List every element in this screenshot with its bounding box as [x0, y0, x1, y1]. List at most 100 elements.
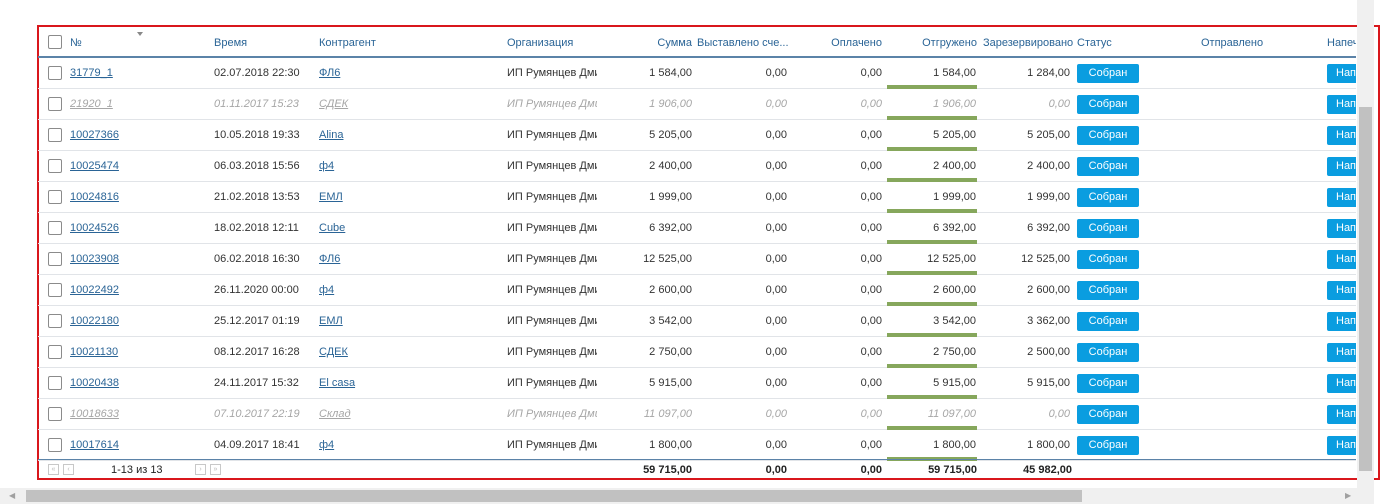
print-button[interactable]: Нап [1327, 312, 1356, 331]
col-time[interactable]: Время [214, 27, 304, 58]
col-shipped[interactable]: Отгружено [888, 27, 977, 58]
status-button[interactable]: Собран [1077, 157, 1139, 176]
col-printed[interactable]: Напеч [1327, 27, 1356, 58]
print-button[interactable]: Нап [1327, 343, 1356, 362]
sort-desc-icon[interactable] [137, 32, 143, 36]
contractor-link[interactable]: ф4 [319, 151, 439, 182]
order-number-link[interactable]: 10025474 [70, 151, 150, 182]
table-row[interactable]: 31779_1 02.07.2018 22:30 ФЛ6 ИП Румянцев Дм… [38, 58, 1356, 89]
col-organization[interactable]: Организация [507, 27, 607, 58]
contractor-link[interactable]: Alina [319, 120, 439, 151]
contractor-link[interactable]: ФЛ6 [319, 58, 439, 89]
row-checkbox[interactable] [48, 345, 62, 359]
contractor-link[interactable]: Cube [319, 213, 439, 244]
col-invoiced[interactable]: Выставлено сче... [697, 27, 792, 58]
table-row[interactable]: 10021130 08.12.2017 16:28 СДЕК ИП Румянцев … [38, 337, 1356, 368]
row-checkbox[interactable] [48, 438, 62, 452]
order-number-link[interactable]: 10022492 [70, 275, 150, 306]
vertical-scroll-thumb[interactable] [1359, 107, 1372, 471]
order-number-link[interactable]: 10024526 [70, 213, 150, 244]
scroll-right-icon[interactable]: ▶ [1345, 488, 1351, 504]
print-button[interactable]: Нап [1327, 250, 1356, 269]
row-checkbox[interactable] [48, 221, 62, 235]
order-number-link[interactable]: 10024816 [70, 182, 150, 213]
table-row[interactable]: 21920_1 01.11.2017 15:23 СДЕК ИП Румянцев Д… [38, 89, 1356, 120]
col-reserved[interactable]: Зарезервировано [983, 27, 1078, 58]
row-checkbox[interactable] [48, 283, 62, 297]
row-checkbox[interactable] [48, 128, 62, 142]
order-number-link[interactable]: 10018633 [70, 399, 150, 430]
order-number-link[interactable]: 10022180 [70, 306, 150, 337]
status-button[interactable]: Собран [1077, 405, 1139, 424]
col-num[interactable]: № [70, 27, 130, 58]
row-checkbox[interactable] [48, 314, 62, 328]
table-row[interactable]: 10022180 25.12.2017 01:19 ЕМЛ ИП Румянцев Д… [38, 306, 1356, 337]
col-contractor[interactable]: Контрагент [319, 27, 439, 58]
status-button[interactable]: Собран [1077, 312, 1139, 331]
status-button[interactable]: Собран [1077, 188, 1139, 207]
row-checkbox[interactable] [48, 190, 62, 204]
row-checkbox[interactable] [48, 97, 62, 111]
print-button[interactable]: Нап [1327, 126, 1356, 145]
contractor-link[interactable]: Склад [319, 399, 439, 430]
status-button[interactable]: Собран [1077, 219, 1139, 238]
col-sent[interactable]: Отправлено [1201, 27, 1281, 58]
horizontal-scroll-thumb[interactable] [26, 490, 1082, 502]
status-button[interactable]: Собран [1077, 126, 1139, 145]
select-all-checkbox[interactable] [48, 35, 62, 49]
order-number-link[interactable]: 10027366 [70, 120, 150, 151]
print-button[interactable]: Нап [1327, 157, 1356, 176]
next-page-icon[interactable]: › [195, 464, 206, 475]
contractor-link[interactable]: El casa [319, 368, 439, 399]
row-checkbox[interactable] [48, 159, 62, 173]
contractor-link[interactable]: ФЛ6 [319, 244, 439, 275]
row-checkbox[interactable] [48, 407, 62, 421]
table-row[interactable]: 10027366 10.05.2018 19:33 Alina ИП Румянцев… [38, 120, 1356, 151]
print-button[interactable]: Нап [1327, 64, 1356, 83]
contractor-link[interactable]: ЕМЛ [319, 306, 439, 337]
order-number-link[interactable]: 10020438 [70, 368, 150, 399]
order-number-link[interactable]: 10023908 [70, 244, 150, 275]
contractor-link[interactable]: ф4 [319, 275, 439, 306]
print-button[interactable]: Нап [1327, 436, 1356, 455]
col-sum[interactable]: Сумма [628, 27, 692, 58]
print-button[interactable]: Нап [1327, 374, 1356, 393]
print-button[interactable]: Нап [1327, 188, 1356, 207]
first-page-icon[interactable]: « [48, 464, 59, 475]
contractor-link[interactable]: СДЕК [319, 89, 439, 120]
status-button[interactable]: Собран [1077, 374, 1139, 393]
col-paid[interactable]: Оплачено [798, 27, 882, 58]
status-button[interactable]: Собран [1077, 95, 1139, 114]
status-button[interactable]: Собран [1077, 250, 1139, 269]
table-row[interactable]: 10024526 18.02.2018 12:11 Cube ИП Румянцев … [38, 213, 1356, 244]
last-page-icon[interactable]: » [210, 464, 221, 475]
status-button[interactable]: Собран [1077, 64, 1139, 83]
status-button[interactable]: Собран [1077, 436, 1139, 455]
order-number-link[interactable]: 21920_1 [70, 89, 150, 120]
table-row[interactable]: 10018633 07.10.2017 22:19 Склад ИП Румянцев… [38, 399, 1356, 430]
contractor-link[interactable]: СДЕК [319, 337, 439, 368]
status-button[interactable]: Собран [1077, 281, 1139, 300]
order-number-link[interactable]: 10021130 [70, 337, 150, 368]
table-row[interactable]: 10017614 04.09.2017 18:41 ф4 ИП Румянцев Дм… [38, 430, 1356, 461]
order-number-link[interactable]: 10017614 [70, 430, 150, 461]
table-row[interactable]: 10023908 06.02.2018 16:30 ФЛ6 ИП Румянцев Д… [38, 244, 1356, 275]
row-checkbox[interactable] [48, 66, 62, 80]
col-status[interactable]: Статус [1077, 27, 1137, 58]
table-row[interactable]: 10022492 26.11.2020 00:00 ф4 ИП Румянцев Дм… [38, 275, 1356, 306]
contractor-link[interactable]: ЕМЛ [319, 182, 439, 213]
row-checkbox[interactable] [48, 376, 62, 390]
scroll-left-icon[interactable]: ◀ [9, 488, 15, 504]
table-row[interactable]: 10024816 21.02.2018 13:53 ЕМЛ ИП Румянцев Д… [38, 182, 1356, 213]
table-row[interactable]: 10020438 24.11.2017 15:32 El casa ИП Румянц… [38, 368, 1356, 399]
status-button[interactable]: Собран [1077, 343, 1139, 362]
print-button[interactable]: Нап [1327, 219, 1356, 238]
contractor-link[interactable]: ф4 [319, 430, 439, 461]
print-button[interactable]: Нап [1327, 281, 1356, 300]
prev-page-icon[interactable]: ‹ [63, 464, 74, 475]
table-row[interactable]: 10025474 06.03.2018 15:56 ф4 ИП Румянцев Дм… [38, 151, 1356, 182]
print-button[interactable]: Нап [1327, 405, 1356, 424]
order-number-link[interactable]: 31779_1 [70, 58, 150, 89]
print-button[interactable]: Нап [1327, 95, 1356, 114]
row-checkbox[interactable] [48, 252, 62, 266]
